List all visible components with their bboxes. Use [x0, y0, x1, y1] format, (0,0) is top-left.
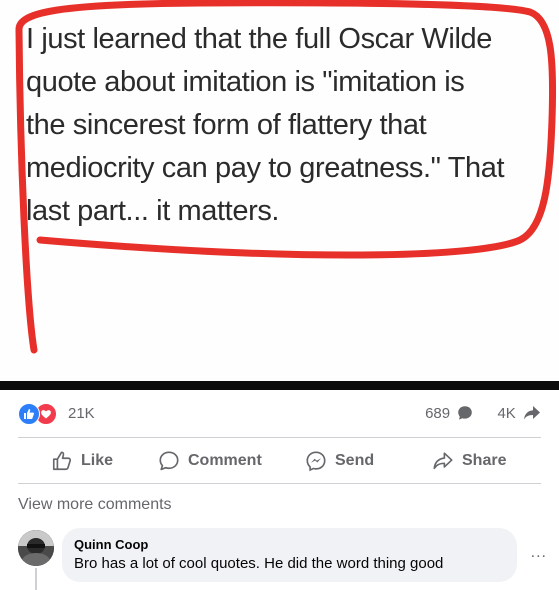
divider — [18, 437, 541, 438]
commenter-name[interactable]: Quinn Coop — [74, 537, 148, 552]
reaction-icons[interactable] — [18, 403, 62, 425]
like-label: Like — [81, 452, 114, 469]
comment-text: Bro has a lot of cool quotes. He did the… — [74, 555, 444, 572]
like-button[interactable]: Like — [51, 440, 113, 482]
thumbs-up-icon — [52, 451, 72, 471]
comment-bubble: Quinn Coop Bro has a lot of cool quotes.… — [62, 528, 517, 582]
comment-label: Comment — [188, 452, 262, 469]
share-count[interactable]: 4K — [497, 405, 515, 422]
share-label: Share — [462, 452, 507, 469]
comment-more-options-button[interactable]: ... — [531, 544, 547, 562]
send-label: Send — [335, 452, 375, 469]
engagement-counts: 689 4K — [425, 404, 541, 422]
share-icon — [433, 452, 453, 470]
reaction-count[interactable]: 21K — [68, 405, 95, 422]
post-actions: Like Comment Send Share — [18, 440, 541, 482]
post-image[interactable]: I just learned that the full Oscar Wilde… — [0, 0, 559, 381]
share-arrow-icon — [524, 406, 540, 420]
comment-count[interactable]: 689 — [425, 405, 450, 422]
red-marker-circle — [15, 0, 557, 354]
comment-icon — [159, 451, 179, 471]
share-button[interactable]: Share — [432, 440, 506, 482]
comment-button[interactable]: Comment — [158, 440, 262, 482]
avatar[interactable] — [18, 530, 54, 566]
comment-item: Quinn Coop Bro has a lot of cool quotes.… — [18, 528, 549, 590]
like-reaction-icon — [18, 403, 40, 425]
divider — [18, 483, 541, 484]
reactions-summary: 21K 689 4K — [18, 402, 541, 426]
view-more-comments-link[interactable]: View more comments — [18, 496, 172, 514]
avatar-photo — [18, 530, 54, 566]
send-button[interactable]: Send — [305, 440, 374, 482]
messenger-icon — [306, 451, 326, 472]
image-bottom-bar — [0, 381, 559, 390]
thread-line — [35, 568, 37, 590]
comment-bubble-icon — [458, 406, 473, 420]
